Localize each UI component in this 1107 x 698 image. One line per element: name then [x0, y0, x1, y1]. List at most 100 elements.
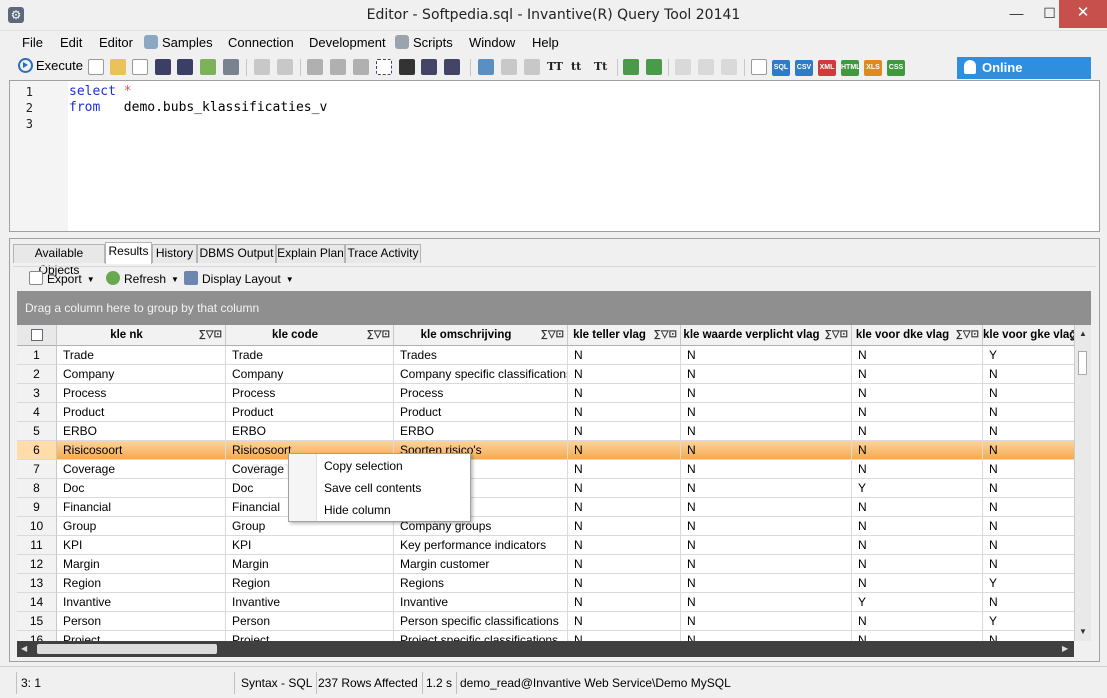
table-cell[interactable]: KPI [57, 536, 226, 555]
table-cell[interactable]: N [568, 479, 681, 498]
table-cell[interactable]: N [568, 574, 681, 593]
table-cell[interactable]: N [568, 365, 681, 384]
table-cell[interactable]: Region [226, 574, 394, 593]
table-cell[interactable]: N [681, 384, 852, 403]
table-cell[interactable]: N [852, 498, 983, 517]
menu-samples[interactable]: Samples [144, 35, 213, 50]
table-cell[interactable]: Invantive [394, 593, 568, 612]
table-cell[interactable]: Regions [394, 574, 568, 593]
sum-filter-pin-icon[interactable]: ∑▽⊡ [367, 325, 390, 345]
print-icon[interactable] [223, 59, 239, 75]
scroll-thumb[interactable] [37, 644, 217, 654]
table-row[interactable]: 11 KPI KPI Key performance indicators N N N N [17, 536, 1091, 555]
table-cell[interactable]: N [852, 555, 983, 574]
table-cell[interactable]: N [681, 555, 852, 574]
tab-trace-activity[interactable]: Trace Activity [345, 244, 421, 263]
tab-explain-plan[interactable]: Explain Plan [276, 244, 345, 263]
export-xml-icon[interactable]: XML [818, 60, 836, 76]
undo-icon[interactable] [254, 59, 270, 75]
results-grid[interactable]: kle nk ∑▽⊡ kle code ∑▽⊡ kle omschrijving ∑▽⊡ k… [17, 325, 1091, 641]
table-cell[interactable]: ERBO [226, 422, 394, 441]
column-header[interactable]: kle voor dke vlag ∑▽⊡ [852, 325, 983, 346]
table-cell[interactable]: N [852, 403, 983, 422]
scroll-left-icon[interactable]: ◀ [21, 644, 27, 653]
new-from-template-icon[interactable] [132, 59, 148, 75]
table-cell[interactable]: N [852, 612, 983, 631]
refresh-button[interactable]: Refresh ▼ [106, 271, 179, 286]
hide-column-menu-item[interactable]: Hide column [324, 503, 391, 517]
table-cell[interactable]: Project [226, 631, 394, 641]
table-cell[interactable]: N [681, 612, 852, 631]
menu-file[interactable]: File [22, 35, 43, 50]
table-row[interactable]: 7 Coverage Coverage N N N N [17, 460, 1091, 479]
find-icon[interactable] [399, 59, 415, 75]
paste-icon[interactable] [353, 59, 369, 75]
redo-icon[interactable] [277, 59, 293, 75]
table-cell[interactable]: N [568, 422, 681, 441]
tab-history[interactable]: History [152, 244, 197, 263]
format-icon[interactable] [721, 59, 737, 75]
indent-icon[interactable] [478, 59, 494, 75]
export-csv-icon[interactable]: CSV [795, 60, 813, 76]
diff-icon[interactable] [675, 59, 691, 75]
table-cell[interactable]: N [852, 631, 983, 641]
table-cell[interactable]: N [852, 536, 983, 555]
row-number[interactable]: 12 [17, 555, 57, 574]
table-cell[interactable]: Doc [57, 479, 226, 498]
close-button[interactable]: ✕ [1059, 0, 1107, 28]
outdent-icon[interactable] [501, 59, 517, 75]
save-icon[interactable] [155, 59, 171, 75]
table-cell[interactable]: Coverage [57, 460, 226, 479]
table-row[interactable]: 1 Trade Trade Trades N N N Y [17, 346, 1091, 365]
export-xls-icon[interactable]: XLS [864, 60, 882, 76]
table-row[interactable]: 10 Group Group Company groups N N N N [17, 517, 1091, 536]
table-cell[interactable]: N [852, 384, 983, 403]
table-cell[interactable]: Group [57, 517, 226, 536]
table-cell[interactable]: Trades [394, 346, 568, 365]
table-cell[interactable]: N [568, 498, 681, 517]
table-row[interactable]: 13 Region Region Regions N N N Y [17, 574, 1091, 593]
row-number[interactable]: 8 [17, 479, 57, 498]
scroll-thumb[interactable] [1078, 351, 1087, 375]
table-row[interactable]: 6 Risicosoort Risicosoort Soorten risico's N… [17, 441, 1091, 460]
column-header[interactable]: kle omschrijving ∑▽⊡ [394, 325, 568, 346]
table-cell[interactable]: N [568, 555, 681, 574]
table-cell[interactable]: N [568, 612, 681, 631]
table-cell[interactable]: N [852, 346, 983, 365]
table-cell[interactable]: N [568, 384, 681, 403]
horizontal-scrollbar[interactable]: ◀ ▶ [17, 641, 1074, 657]
grid-corner[interactable] [17, 325, 57, 346]
menu-help[interactable]: Help [532, 35, 559, 50]
column-header[interactable]: kle nk ∑▽⊡ [57, 325, 226, 346]
table-cell[interactable]: N [681, 441, 852, 460]
table-cell[interactable]: Y [852, 479, 983, 498]
table-cell[interactable]: Company [226, 365, 394, 384]
open-folder-icon[interactable] [110, 59, 126, 75]
table-cell[interactable]: N [681, 574, 852, 593]
row-number[interactable]: 10 [17, 517, 57, 536]
export-file-icon[interactable] [200, 59, 216, 75]
sql-editor[interactable]: 1 2 3 select * from demo.bubs_klassifica… [9, 80, 1100, 232]
lowercase-button[interactable]: tt [571, 60, 581, 73]
table-cell[interactable]: N [568, 346, 681, 365]
table-cell[interactable]: N [681, 631, 852, 641]
table-cell[interactable]: Process [226, 384, 394, 403]
sql-run-icon[interactable] [623, 59, 639, 75]
sum-filter-pin-icon[interactable]: ∑▽⊡ [199, 325, 222, 345]
table-cell[interactable]: Company specific classifications [394, 365, 568, 384]
table-row[interactable]: 8 Doc Doc N N Y N [17, 479, 1091, 498]
sum-filter-pin-icon[interactable]: ∑▽⊡ [825, 325, 848, 345]
table-cell[interactable]: KPI [226, 536, 394, 555]
find-next-icon[interactable] [421, 59, 437, 75]
table-cell[interactable]: ERBO [394, 422, 568, 441]
row-number[interactable]: 15 [17, 612, 57, 631]
compare-icon[interactable] [698, 59, 714, 75]
table-cell[interactable]: N [568, 441, 681, 460]
column-header[interactable]: kle waarde verplicht vlag ∑▽⊡ [681, 325, 852, 346]
row-number[interactable]: 9 [17, 498, 57, 517]
menu-edit[interactable]: Edit [60, 35, 82, 50]
table-cell[interactable]: Y [852, 593, 983, 612]
column-header[interactable]: kle teller vlag ∑▽⊡ [568, 325, 681, 346]
tab-available-objects[interactable]: Available Objects [13, 244, 105, 277]
table-cell[interactable]: Project specific classifications [394, 631, 568, 641]
